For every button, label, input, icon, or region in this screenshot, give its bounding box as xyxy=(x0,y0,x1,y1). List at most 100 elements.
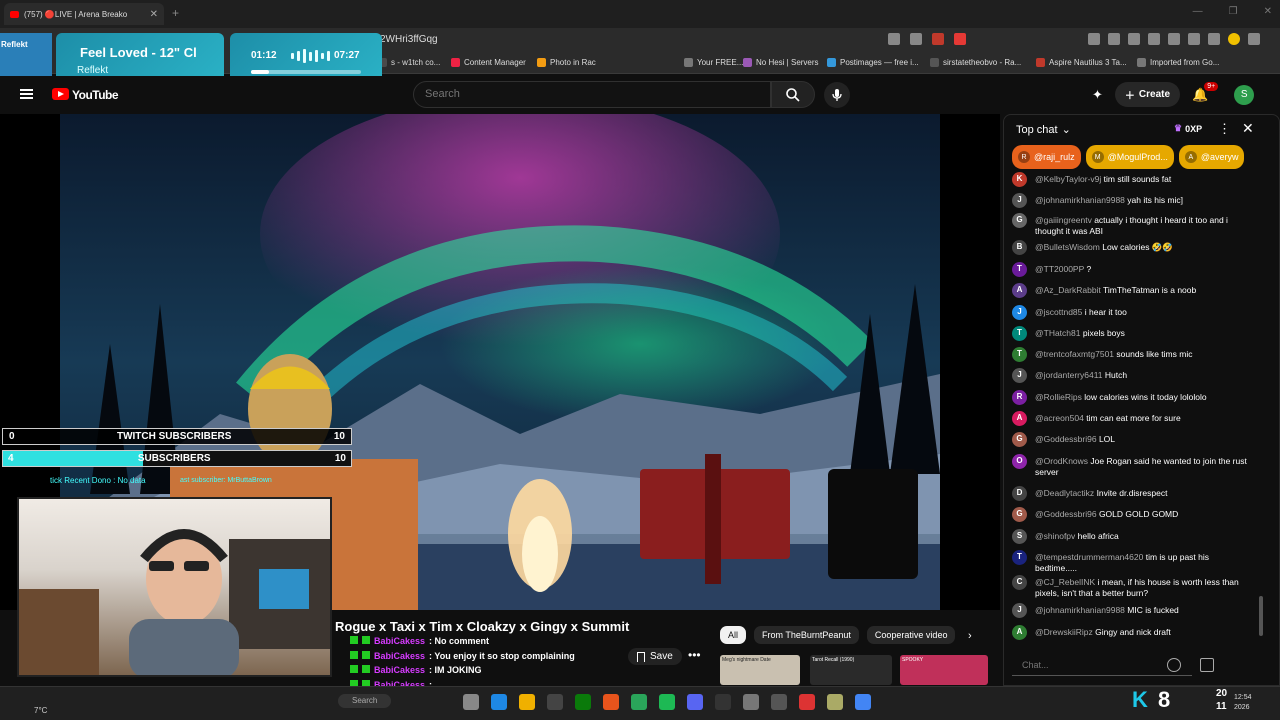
chat-scrollbar[interactable] xyxy=(1258,176,1264,636)
taskbar-app-icon[interactable] xyxy=(687,694,704,710)
shield-icon[interactable] xyxy=(1208,33,1220,45)
chat-author-name[interactable]: @trentcofaxmtg7501 xyxy=(1035,349,1114,359)
filter-chip[interactable]: All xyxy=(720,626,747,644)
chat-author-avatar[interactable]: K xyxy=(1012,172,1027,187)
bookmark-item[interactable]: Aspire Nautilus 3 Ta... xyxy=(1036,58,1127,67)
close-window-button[interactable]: ✕ xyxy=(1264,6,1272,17)
chat-author-avatar[interactable]: R xyxy=(1012,390,1027,405)
super-chat-icon[interactable] xyxy=(1200,658,1214,672)
chat-author-avatar[interactable]: O xyxy=(1012,454,1027,469)
chat-author-name[interactable]: @Goddessbri96 xyxy=(1035,509,1097,519)
recommended-thumbnail[interactable]: Meg's nightmare Date xyxy=(720,655,800,685)
media-icon[interactable] xyxy=(1128,33,1140,45)
chat-author-avatar[interactable]: J xyxy=(1012,193,1027,208)
chat-author-avatar[interactable]: A xyxy=(1012,411,1027,426)
chat-more-options-icon[interactable]: ⋮ xyxy=(1218,121,1231,137)
clock-time[interactable]: 12:54 xyxy=(1234,694,1252,701)
clock-date[interactable]: 2026 xyxy=(1234,704,1250,711)
taskbar-app-icon[interactable] xyxy=(743,694,760,710)
browser-tab-active[interactable]: (757) 🔴LIVE | Arena Breako ✕ xyxy=(4,3,164,25)
create-button[interactable]: ＋ Create xyxy=(1114,82,1181,107)
taskbar-app-icon[interactable] xyxy=(575,694,592,710)
tray-k-icon[interactable]: K xyxy=(1132,687,1148,713)
taskbar-app-icon[interactable] xyxy=(799,694,816,710)
filter-chip[interactable]: Cooperative video xyxy=(866,626,956,644)
chip-next-arrow-icon[interactable]: › xyxy=(968,630,972,642)
taskbar-app-icon[interactable] xyxy=(771,694,788,710)
chat-author-name[interactable]: @THatch81 xyxy=(1035,328,1080,338)
bookmark-item[interactable]: Your FREE... xyxy=(684,58,743,67)
recommended-thumbnail[interactable]: Tarot Recall (1990) xyxy=(810,655,892,685)
youtube-logo-text[interactable]: YouTube xyxy=(72,88,119,102)
profile-icon[interactable] xyxy=(1228,33,1240,45)
chat-author-name[interactable]: @CJ_RebelINK xyxy=(1035,577,1095,587)
chat-author-avatar[interactable]: A xyxy=(1012,283,1027,298)
taskbar-search[interactable]: Search xyxy=(338,694,392,708)
chat-author-name[interactable]: @OrodKnows xyxy=(1035,456,1088,466)
pinned-donor-chip[interactable]: R @raji_rulz xyxy=(1012,145,1081,169)
taskbar-app-icon[interactable] xyxy=(855,694,872,710)
bookmark-item[interactable]: s - w1tch co... xyxy=(378,58,440,67)
bookmark-item[interactable]: Photo in Rac xyxy=(537,58,596,67)
chat-author-avatar[interactable]: G xyxy=(1012,432,1027,447)
search-input[interactable] xyxy=(425,87,755,101)
filter-chip[interactable]: From TheBurntPeanut xyxy=(754,626,859,644)
chat-author-name[interactable]: @johnamirkhanian9988 xyxy=(1035,605,1125,615)
weather-widget[interactable]: 7°C xyxy=(20,690,47,715)
extension-icon[interactable] xyxy=(932,33,944,45)
chat-author-avatar[interactable]: C xyxy=(1012,575,1027,590)
chat-author-avatar[interactable]: J xyxy=(1012,305,1027,320)
taskbar-app-icon[interactable] xyxy=(603,694,620,710)
voice-search-button[interactable] xyxy=(824,82,850,108)
vpn-icon[interactable] xyxy=(1188,33,1200,45)
chat-scrollbar-thumb[interactable] xyxy=(1259,596,1263,636)
more-actions-button[interactable]: ••• xyxy=(688,648,701,662)
chat-author-name[interactable]: @Az_DarkRabbit xyxy=(1035,285,1101,295)
search-button[interactable] xyxy=(771,81,815,108)
cast-icon[interactable] xyxy=(888,33,900,45)
taskbar-app-icon[interactable] xyxy=(547,694,564,710)
alert-extension-icon[interactable] xyxy=(954,33,966,45)
chat-author-name[interactable]: @acreon504 xyxy=(1035,413,1084,423)
taskbar-app-icon[interactable] xyxy=(827,694,844,710)
avatar[interactable]: S xyxy=(1234,84,1255,105)
taskbar-app-icon[interactable] xyxy=(491,694,508,710)
address-bar-url[interactable]: 2WHri3ffGqg xyxy=(380,34,438,45)
new-tab-button[interactable]: + xyxy=(172,6,179,20)
chat-author-name[interactable]: @tempestdrummerman4620 xyxy=(1035,552,1143,562)
chat-author-name[interactable]: @Deadlytactikz xyxy=(1035,488,1094,498)
chat-author-avatar[interactable]: S xyxy=(1012,529,1027,544)
tab-search-icon[interactable] xyxy=(1168,33,1180,45)
chat-author-name[interactable]: @KelbyTaylor-v9j xyxy=(1035,174,1101,184)
leaf-extension-icon[interactable]: ✦ xyxy=(1092,87,1103,103)
chat-author-name[interactable]: @johnamirkhanian9988 xyxy=(1035,195,1125,205)
chat-author-name[interactable]: @DrewskiiRipz xyxy=(1035,627,1093,637)
chat-author-name[interactable]: @Goddessbri96 xyxy=(1035,434,1097,444)
chat-close-icon[interactable]: ✕ xyxy=(1242,120,1254,137)
pinned-donor-chip[interactable]: A @averyw xyxy=(1178,145,1245,169)
chat-author-avatar[interactable]: A xyxy=(1012,625,1027,640)
bookmark-item[interactable]: No Hesi | Servers xyxy=(743,58,819,67)
chat-author-avatar[interactable]: T xyxy=(1012,326,1027,341)
minimize-button[interactable]: — xyxy=(1193,6,1203,17)
chat-author-avatar[interactable]: T xyxy=(1012,262,1027,277)
chat-author-avatar[interactable]: D xyxy=(1012,486,1027,501)
xp-badge[interactable]: ♛ 0XP xyxy=(1174,123,1202,134)
bookmark-item[interactable]: Content Manager xyxy=(451,58,526,67)
bookmark-item[interactable]: sirstatetheobvo - Ra... xyxy=(930,58,1021,67)
chat-author-name[interactable]: @RollieRips xyxy=(1035,392,1082,402)
chat-author-avatar[interactable]: T xyxy=(1012,550,1027,565)
maximize-button[interactable]: ❐ xyxy=(1229,6,1238,17)
menu-dots-icon[interactable] xyxy=(1248,33,1260,45)
chat-author-avatar[interactable]: T xyxy=(1012,347,1027,362)
taskbar-app-icon[interactable] xyxy=(519,694,536,710)
taskbar-app-icon[interactable] xyxy=(715,694,732,710)
chat-author-name[interactable]: @gaiiingreentv xyxy=(1035,215,1092,225)
hamburger-menu-icon[interactable] xyxy=(20,89,33,99)
emoji-icon[interactable] xyxy=(1167,658,1181,672)
youtube-logo-icon[interactable] xyxy=(52,88,69,100)
chat-author-name[interactable]: @shinofpv xyxy=(1035,531,1075,541)
share-icon[interactable] xyxy=(910,33,922,45)
taskbar-app-icon[interactable] xyxy=(463,694,480,710)
taskbar-app-icon[interactable] xyxy=(659,694,676,710)
